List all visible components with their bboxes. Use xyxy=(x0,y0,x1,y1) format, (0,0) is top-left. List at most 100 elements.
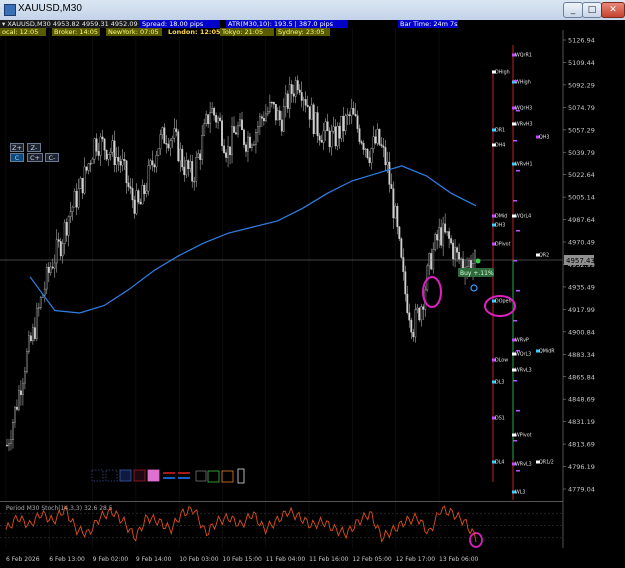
price-tick-label: 4935.49 xyxy=(568,283,595,291)
candle-body xyxy=(452,242,455,260)
candle-body xyxy=(21,382,24,396)
candle-body xyxy=(189,161,192,170)
candle-body xyxy=(39,297,42,308)
candle-body xyxy=(266,111,269,115)
candle-body xyxy=(412,332,415,338)
zoom-in-button[interactable]: Z+ xyxy=(10,143,24,152)
pivot-dash xyxy=(513,80,517,82)
pivot-label: WL3 xyxy=(515,490,525,496)
candle-body xyxy=(159,134,162,150)
current-price-value: 4957.43 xyxy=(566,257,595,265)
candle-body xyxy=(91,158,94,164)
drawing-tool-swatch[interactable] xyxy=(91,469,104,482)
candle-body xyxy=(199,153,202,160)
drawing-tool-swatch[interactable] xyxy=(133,469,146,482)
time-tick-label: 9 Feb 02:00 xyxy=(93,556,129,563)
pivot-label: QR1/2 xyxy=(539,460,554,466)
candle-body xyxy=(302,99,305,101)
candle-body xyxy=(366,148,369,158)
pivot-dash xyxy=(516,290,520,292)
window-titlebar[interactable]: XAUUSD,M30 _ □ ✕ xyxy=(0,0,625,21)
candle-plus-button[interactable]: C+ xyxy=(27,153,43,162)
candle-body xyxy=(398,226,401,239)
candle-body xyxy=(264,113,267,122)
session-broker: Broker: 14:05 xyxy=(52,28,100,36)
pivot-label: DHigh xyxy=(495,70,510,76)
candle-body xyxy=(163,127,166,144)
pivot-dash xyxy=(516,470,520,472)
candle-body xyxy=(215,115,218,123)
stoch-label: Period M30 Stoch(14,3,3) 32.6 28.5 xyxy=(6,505,113,512)
pivot-label: DR1 xyxy=(495,128,505,134)
price-tick-label: 4796.19 xyxy=(568,463,595,471)
candle-body xyxy=(416,307,419,311)
pivot-label: WRvP xyxy=(515,338,529,344)
close-button[interactable]: ✕ xyxy=(601,2,625,18)
candle-body xyxy=(93,138,96,160)
candle-body xyxy=(121,159,124,166)
pivot-dash xyxy=(513,200,517,202)
candle-body xyxy=(59,241,62,257)
candle-body xyxy=(276,110,279,121)
drawing-tool-swatch[interactable] xyxy=(147,469,160,482)
candle-body xyxy=(410,320,413,333)
price-tick-label: 5005.14 xyxy=(568,194,595,202)
price-chart[interactable]: WQrR1DHighWHighWQrH3WRvH3DR1QH3DH4WRvH1D… xyxy=(0,20,625,568)
candle-body xyxy=(33,327,36,339)
candle-body xyxy=(113,140,116,166)
candle-body xyxy=(448,231,451,239)
candle-body xyxy=(376,128,379,144)
pivot-label: WQrL3 xyxy=(515,352,531,358)
drawing-tool-swatch[interactable] xyxy=(119,469,132,482)
candle-body xyxy=(14,406,16,423)
pivot-dash xyxy=(516,170,520,172)
candle-body xyxy=(95,138,98,152)
candle-body xyxy=(135,190,138,214)
time-tick-label: 13 Feb 06:00 xyxy=(439,556,479,563)
candle-body xyxy=(231,126,233,156)
window-title: XAUUSD,M30 xyxy=(18,3,82,14)
candle-body xyxy=(105,149,108,160)
candle-body xyxy=(316,112,319,137)
pivot-dash xyxy=(516,350,520,352)
candle-body xyxy=(310,104,313,120)
candle-body xyxy=(384,147,387,166)
drawing-tool-swatch[interactable] xyxy=(105,469,118,482)
candle-body xyxy=(161,127,164,135)
zoom-out-button[interactable]: Z- xyxy=(27,143,41,152)
candle-body xyxy=(388,161,391,185)
candle-body xyxy=(386,161,389,166)
candle-body xyxy=(268,102,271,112)
terminal-window: XAUUSD,M30 _ □ ✕ WQrR1 DHigh WHigh WQrH3 WRv… xyxy=(0,0,625,568)
candle-body xyxy=(99,136,102,156)
minimize-button[interactable]: _ xyxy=(563,2,583,18)
candle-c-button[interactable]: C xyxy=(10,153,24,162)
candle-body xyxy=(382,145,385,148)
pivot-dash xyxy=(513,380,517,382)
candle-body xyxy=(336,125,339,147)
candle-body xyxy=(12,422,14,441)
candle-body xyxy=(372,136,375,149)
candle-body xyxy=(193,181,196,183)
candle-body xyxy=(334,126,337,147)
candle-body xyxy=(406,293,409,314)
candle-body xyxy=(83,166,86,194)
candle-body xyxy=(380,144,383,147)
candle-body xyxy=(237,125,239,135)
candle-body xyxy=(233,126,235,133)
price-tick-label: 4831.19 xyxy=(568,418,595,426)
candle-body xyxy=(436,234,439,241)
pivot-label: QMidR xyxy=(539,349,555,355)
maximize-button[interactable]: □ xyxy=(582,2,602,18)
candle-minus-button[interactable]: C- xyxy=(45,153,59,162)
candle-body xyxy=(468,260,470,267)
price-tick-label: 5074.79 xyxy=(568,104,595,112)
pivot-label: DMid xyxy=(495,214,507,220)
price-tick-label: 5092.29 xyxy=(568,81,595,89)
candle-body xyxy=(85,166,88,171)
candle-body xyxy=(414,309,417,338)
candle-body xyxy=(330,130,333,148)
candle-body xyxy=(87,163,90,171)
candle-body xyxy=(16,406,18,410)
pivot-dash xyxy=(513,440,517,442)
